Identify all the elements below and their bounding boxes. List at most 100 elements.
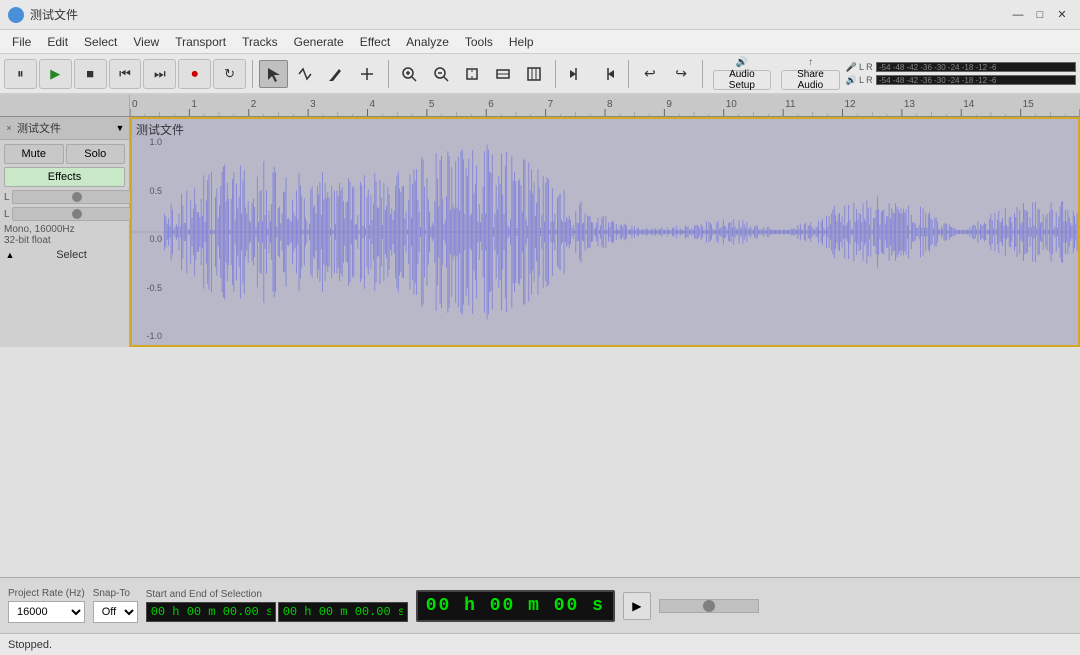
- menu-item-tools[interactable]: Tools: [457, 33, 501, 51]
- track-controls-panel: × 测试文件 ▼ Mute Solo Effects L R L R: [0, 117, 130, 347]
- zoom-in-icon: [401, 66, 417, 82]
- svg-text:9: 9: [666, 99, 672, 110]
- envelope-icon: [297, 66, 313, 82]
- track-controls-body: Mute Solo Effects L R L R Mono, 16000Hz …: [0, 140, 129, 265]
- menu-item-effect[interactable]: Effect: [352, 33, 398, 51]
- volume-slider[interactable]: [12, 190, 143, 204]
- waveform-panel: 测试文件 1.0 0.5 0.0 -0.5 -1.0: [130, 117, 1080, 347]
- share-icon: ↑: [808, 57, 813, 68]
- undo-button[interactable]: ↩: [635, 60, 664, 88]
- mute-button[interactable]: Mute: [4, 144, 64, 164]
- close-button[interactable]: ✕: [1052, 5, 1072, 25]
- main-content: 012345678910111213141516 × 测试文件 ▼ Mute S…: [0, 95, 1080, 577]
- multi-tool-button[interactable]: [353, 60, 382, 88]
- track-close-button[interactable]: ×: [3, 122, 15, 134]
- separator-2: [388, 60, 389, 88]
- time-display: 00 h 00 m 00 s: [416, 590, 615, 622]
- ruler-ticks: 012345678910111213141516: [130, 95, 1080, 116]
- zoom-in-button[interactable]: [395, 60, 424, 88]
- bottom-play-button[interactable]: ▶: [623, 592, 651, 620]
- project-rate-label: Project Rate (Hz): [8, 588, 85, 599]
- speed-slider[interactable]: [659, 599, 759, 613]
- cursor-tool-button[interactable]: [259, 60, 288, 88]
- mic-icon: 🎤: [846, 62, 857, 73]
- zoom-sel-icon: [464, 66, 480, 82]
- menu-item-analyze[interactable]: Analyze: [398, 33, 457, 51]
- menu-item-file[interactable]: File: [4, 33, 39, 51]
- title-bar: 测试文件 — □ ✕: [0, 0, 1080, 30]
- status-bar: Stopped.: [0, 633, 1080, 655]
- separator-4: [628, 60, 629, 88]
- envelope-tool-button[interactable]: [290, 60, 319, 88]
- multi-icon: [359, 66, 375, 82]
- redo-button[interactable]: ↪: [666, 60, 695, 88]
- snap-to-label: Snap-To: [93, 588, 138, 599]
- output-meter: -54 -48 -42 -36 -30 -24 -18 -12 -6: [876, 75, 1076, 85]
- maximize-button[interactable]: □: [1030, 5, 1050, 25]
- speed-control: [659, 599, 759, 613]
- project-rate-select[interactable]: 16000 44100 48000: [8, 601, 85, 623]
- menu-item-view[interactable]: View: [125, 33, 167, 51]
- separator-5: [702, 60, 703, 88]
- waveform-svg: [132, 119, 1078, 345]
- menu-item-help[interactable]: Help: [501, 33, 542, 51]
- svg-text:0: 0: [132, 99, 138, 110]
- rewind-button[interactable]: ⏮: [109, 59, 142, 89]
- svg-text:15: 15: [1023, 99, 1035, 110]
- stop-button[interactable]: ■: [74, 59, 107, 89]
- pan-left-label: L: [4, 209, 10, 220]
- audio-setup-button[interactable]: Audio Setup: [713, 70, 772, 90]
- track-collapse-button[interactable]: ▼: [114, 122, 126, 134]
- menu-item-select[interactable]: Select: [76, 33, 125, 51]
- pause-button[interactable]: ⏸: [4, 59, 37, 89]
- svg-text:4: 4: [370, 99, 376, 110]
- svg-text:6: 6: [488, 99, 494, 110]
- window-controls: — □ ✕: [1008, 5, 1072, 25]
- app-icon: [8, 7, 24, 23]
- select-label: Select: [18, 249, 125, 261]
- project-rate-group: Project Rate (Hz) 16000 44100 48000: [8, 588, 85, 623]
- select-arrow-button[interactable]: ▲: [4, 249, 16, 261]
- menu-item-generate[interactable]: Generate: [286, 33, 352, 51]
- svg-text:8: 8: [607, 99, 613, 110]
- sel-end-input[interactable]: [278, 602, 408, 622]
- trim-right-button[interactable]: [593, 60, 622, 88]
- minimize-button[interactable]: —: [1008, 5, 1028, 25]
- record-button[interactable]: ⏺: [178, 59, 211, 89]
- svg-text:2: 2: [251, 99, 257, 110]
- zoom-sel-button[interactable]: [457, 60, 486, 88]
- share-audio-button[interactable]: Share Audio: [781, 70, 840, 90]
- track-meta: Mono, 16000Hz 32-bit float: [4, 224, 125, 246]
- time-value: 00 h 00 m 00 s: [426, 596, 605, 616]
- loop-button[interactable]: ↻: [213, 59, 246, 89]
- snap-to-select[interactable]: Off On: [93, 601, 138, 623]
- zoom-out-button[interactable]: [426, 60, 455, 88]
- mute-solo-row: Mute Solo: [4, 144, 125, 164]
- svg-text:7: 7: [548, 99, 554, 110]
- svg-text:11: 11: [785, 99, 796, 110]
- sel-start-input[interactable]: [146, 602, 276, 622]
- menu-item-tracks[interactable]: Tracks: [234, 33, 286, 51]
- svg-text:3: 3: [310, 99, 316, 110]
- pan-slider[interactable]: [12, 207, 143, 221]
- solo-button[interactable]: Solo: [66, 144, 126, 164]
- forward-button[interactable]: ⏭: [143, 59, 176, 89]
- trim-left-button[interactable]: [562, 60, 591, 88]
- menu-item-edit[interactable]: Edit: [39, 33, 76, 51]
- svg-text:5: 5: [429, 99, 435, 110]
- separator-1: [252, 60, 253, 88]
- volume-left-label: L: [4, 192, 10, 203]
- draw-icon: [328, 66, 344, 82]
- title-bar-left: 测试文件: [8, 6, 78, 23]
- separator-3: [555, 60, 556, 88]
- zoom-full-icon: [526, 66, 542, 82]
- zoom-full-button[interactable]: [520, 60, 549, 88]
- selection-label: Start and End of Selection: [146, 589, 408, 600]
- zoom-fit-button[interactable]: [488, 60, 517, 88]
- effects-button[interactable]: Effects: [4, 167, 125, 187]
- draw-tool-button[interactable]: [321, 60, 350, 88]
- menu-item-transport[interactable]: Transport: [167, 33, 234, 51]
- selection-time-row: [146, 602, 408, 622]
- pan-row: L R: [4, 207, 125, 221]
- play-button[interactable]: ▶: [39, 59, 72, 89]
